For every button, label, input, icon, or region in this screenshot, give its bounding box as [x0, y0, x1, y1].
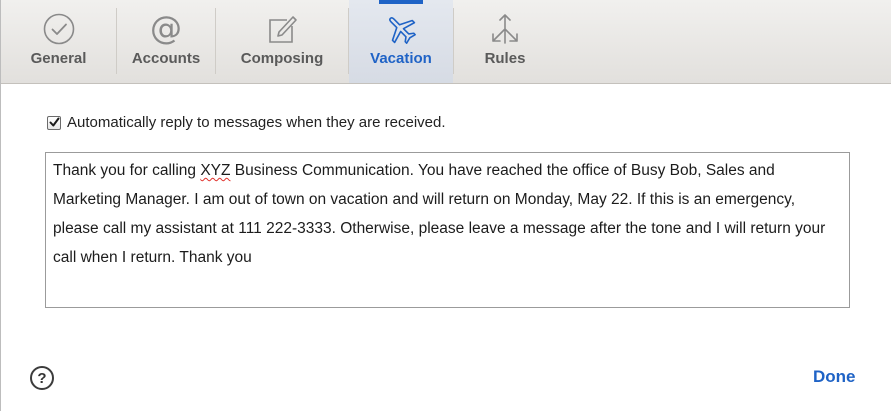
vacation-message-textarea[interactable]: Thank you for calling XYZ Business Commu…	[45, 152, 850, 308]
tab-vacation[interactable]: Vacation	[349, 0, 453, 83]
compose-icon	[269, 16, 297, 43]
tab-rules-label: Rules	[484, 50, 526, 67]
misspelled-word: XYZ	[200, 162, 231, 179]
settings-toolbar: General @ Accounts Composing Vacation Ru…	[1, 0, 891, 84]
help-icon-label: ?	[37, 369, 47, 387]
message-text-start: Thank you for calling	[53, 162, 201, 179]
done-button[interactable]: Done	[813, 367, 856, 387]
checkmark-circle-icon	[43, 13, 74, 45]
arrows-icon	[492, 14, 518, 44]
tab-vacation-label: Vacation	[370, 50, 432, 67]
tab-accounts[interactable]: @ Accounts	[117, 0, 215, 83]
tab-composing[interactable]: Composing	[216, 0, 348, 83]
vacation-settings-window: General @ Accounts Composing Vacation Ru…	[0, 0, 891, 411]
auto-reply-checkbox[interactable]	[47, 115, 61, 130]
airplane-icon	[389, 17, 416, 44]
tab-composing-label: Composing	[240, 50, 324, 67]
help-button[interactable]: ?	[30, 366, 54, 390]
tab-rules[interactable]: Rules	[454, 0, 556, 83]
svg-text:@: @	[150, 12, 182, 46]
active-tab-indicator	[379, 0, 423, 4]
tab-general[interactable]: General	[1, 0, 116, 83]
at-sign-icon: @	[150, 12, 182, 46]
tab-general-label: General	[30, 50, 87, 67]
tab-accounts-label: Accounts	[131, 50, 201, 67]
checkmark-icon	[49, 117, 59, 127]
auto-reply-row: Automatically reply to messages when the…	[47, 114, 446, 131]
auto-reply-label: Automatically reply to messages when the…	[67, 114, 446, 131]
